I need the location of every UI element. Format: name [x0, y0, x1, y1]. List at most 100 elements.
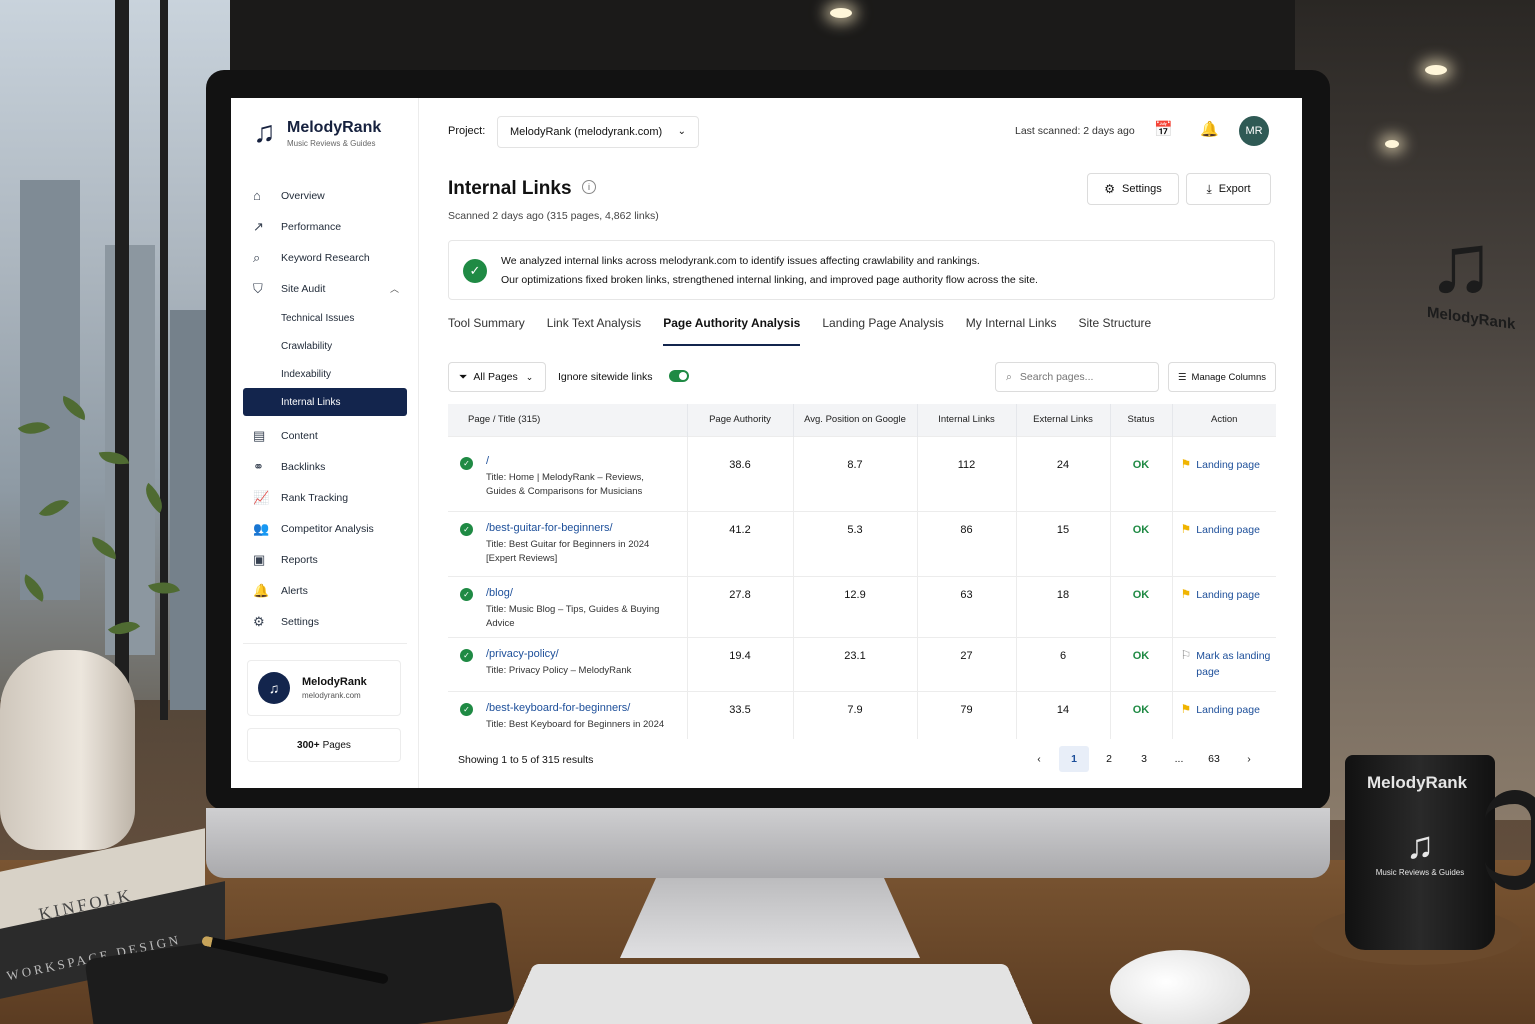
status-cell: OK	[1110, 636, 1173, 691]
column-header-external-links[interactable]: External Links	[1016, 404, 1111, 436]
column-header-page[interactable]: Page / Title (315)	[448, 404, 688, 436]
internal-links-cell: 86	[917, 510, 1017, 576]
brand[interactable]: ♫ MelodyRank Music Reviews & Guides	[253, 116, 381, 150]
tab-my-internal-links[interactable]: My Internal Links	[966, 316, 1057, 346]
page-path-link[interactable]: /best-guitar-for-beginners/	[486, 522, 687, 534]
document-icon: ▤	[253, 427, 266, 443]
page-button-2[interactable]: 2	[1094, 746, 1124, 772]
sidebar-item-backlinks[interactable]: ⚭ Backlinks	[243, 451, 407, 482]
ceiling-light	[830, 8, 852, 18]
mug-brand: MelodyRank	[1367, 773, 1468, 792]
search-icon: ⌕	[253, 249, 261, 265]
mark-as-landing-page-action[interactable]: ⚐ Mark as landing page	[1181, 648, 1277, 680]
notice-line-2: Our optimizations fixed broken links, st…	[501, 274, 1038, 286]
page-authority-cell: 33.5	[687, 690, 794, 739]
table-row: ✓ /blog/Title: Music Blog – Tips, Guides …	[448, 575, 1277, 637]
last-scanned: Last scanned: 2 days ago	[1015, 125, 1135, 137]
landing-page-action[interactable]: ⚑ Landing page	[1181, 587, 1277, 603]
music-note-icon: ♫	[1405, 825, 1435, 867]
sidebar-item-performance[interactable]: ↗ Performance	[243, 211, 407, 242]
site-card[interactable]: ♫ MelodyRank melodyrank.com	[247, 660, 401, 716]
internal-links-cell: 79	[917, 690, 1017, 739]
bell-icon: 🔔	[253, 582, 270, 598]
sidebar-item-label: Backlinks	[281, 460, 326, 473]
internal-links-cell: 27	[917, 636, 1017, 691]
settings-button-label: Settings	[1122, 183, 1162, 195]
scan-meta: Scanned 2 days ago (315 pages, 4,862 lin…	[448, 210, 659, 222]
sidebar-item-label: Keyword Research	[281, 251, 370, 264]
info-icon[interactable]: i	[582, 180, 596, 194]
filter-label: All Pages	[473, 371, 518, 383]
tab-site-structure[interactable]: Site Structure	[1078, 316, 1151, 346]
site-domain: melodyrank.com	[302, 691, 361, 700]
page-authority-cell: 38.6	[687, 435, 794, 511]
external-links-cell: 24	[1016, 435, 1111, 511]
sidebar-item-competitor-analysis[interactable]: 👥 Competitor Analysis	[243, 513, 407, 544]
sidebar: ♫ MelodyRank Music Reviews & Guides ⌂ Ove…	[231, 98, 419, 788]
external-links-cell: 15	[1016, 510, 1111, 576]
sidebar-subitem-indexability[interactable]: Indexability	[243, 360, 407, 388]
page-path-link[interactable]: /	[486, 455, 687, 467]
action-cell: ⚐ Mark as landing page	[1172, 636, 1277, 691]
page-filter-dropdown[interactable]: ⏷ All Pages ⌄	[448, 362, 546, 392]
calendar-icon[interactable]: 📅	[1154, 120, 1173, 138]
avg-position-cell: 12.9	[793, 575, 918, 637]
sidebar-item-keyword-research[interactable]: ⌕ Keyword Research	[243, 242, 407, 273]
project-select[interactable]: MelodyRank (melodyrank.com) ⌄	[497, 116, 699, 148]
sidebar-item-overview[interactable]: ⌂ Overview	[243, 180, 407, 211]
tab-landing-page-analysis[interactable]: Landing Page Analysis	[822, 316, 943, 346]
settings-button[interactable]: ⚙ Settings	[1087, 173, 1179, 205]
page-path-link[interactable]: /blog/	[486, 587, 687, 599]
sidebar-item-alerts[interactable]: 🔔 Alerts	[243, 575, 407, 606]
tab-link-text-analysis[interactable]: Link Text Analysis	[547, 316, 642, 346]
tab-page-authority-analysis[interactable]: Page Authority Analysis	[663, 316, 801, 346]
column-header-page-authority[interactable]: Page Authority	[687, 404, 794, 436]
sidebar-item-rank-tracking[interactable]: 📈 Rank Tracking	[243, 482, 407, 513]
search-icon: ⌕	[1006, 370, 1012, 383]
ignore-sitewide-toggle[interactable]	[669, 370, 689, 382]
sidebar-item-reports[interactable]: ▣ Reports	[243, 544, 407, 575]
tab-tool-summary[interactable]: Tool Summary	[448, 316, 525, 346]
music-note-icon: ♫	[253, 116, 276, 149]
sidebar-subitem-technical-issues[interactable]: Technical Issues	[243, 304, 407, 332]
gear-icon: ⚙	[1104, 182, 1115, 196]
status-badge: OK	[1132, 458, 1150, 471]
analysis-notice: ✓ We analyzed internal links across melo…	[448, 240, 1275, 300]
page-button-1[interactable]: 1	[1059, 746, 1089, 772]
sidebar-subitem-internal-links[interactable]: Internal Links	[243, 388, 407, 416]
page-authority-cell: 41.2	[687, 510, 794, 576]
flag-filled-icon: ⚑	[1180, 456, 1192, 471]
sidebar-subitem-crawlability[interactable]: Crawlability	[243, 332, 407, 360]
user-avatar[interactable]: MR	[1239, 116, 1269, 146]
landing-page-action[interactable]: ⚑ Landing page	[1181, 702, 1277, 718]
landing-page-action[interactable]: ⚑ Landing page	[1181, 457, 1277, 473]
screen: ♫ MelodyRank Music Reviews & Guides ⌂ Ove…	[231, 98, 1302, 788]
page-authority-cell: 27.8	[687, 575, 794, 637]
sidebar-divider	[243, 643, 407, 644]
monitor-stand	[620, 878, 920, 958]
page-button-63[interactable]: 63	[1199, 746, 1229, 772]
chevron-down-icon: ⌄	[525, 371, 534, 382]
page-button-3[interactable]: 3	[1129, 746, 1159, 772]
column-header-status[interactable]: Status	[1110, 404, 1173, 436]
column-header-internal-links[interactable]: Internal Links	[917, 404, 1017, 436]
column-header-avg-position[interactable]: Avg. Position on Google	[793, 404, 918, 436]
prev-page-chevron-icon[interactable]: ‹	[1024, 746, 1054, 772]
page-path-link[interactable]: /privacy-policy/	[486, 648, 687, 660]
search-input[interactable]	[1019, 371, 1140, 383]
sidebar-item-label: Performance	[281, 220, 342, 233]
check-circle-icon: ✓	[460, 522, 473, 536]
notification-bell-icon[interactable]: 🔔	[1200, 120, 1219, 138]
page-path-link[interactable]: /best-keyboard-for-beginners/	[486, 702, 687, 714]
sidebar-item-settings[interactable]: ⚙ Settings	[243, 606, 407, 637]
landing-page-action[interactable]: ⚑ Landing page	[1181, 522, 1277, 538]
mug: ♫ MelodyRank Music Reviews & Guides	[1345, 755, 1495, 950]
pages-label: Pages	[322, 739, 351, 751]
page-cell: ✓ /best-guitar-for-beginners/Title: Best …	[448, 510, 688, 576]
manage-columns-button[interactable]: ☰ Manage Columns	[1168, 362, 1276, 392]
chevron-down-icon: ⌄	[677, 126, 686, 137]
export-button[interactable]: ⤓ Export	[1186, 173, 1271, 205]
sidebar-item-content[interactable]: ▤ Content	[243, 420, 407, 451]
next-page-chevron-icon[interactable]: ›	[1234, 746, 1264, 772]
sidebar-item-site-audit[interactable]: ⛉ Site Audit ︿	[243, 273, 407, 304]
